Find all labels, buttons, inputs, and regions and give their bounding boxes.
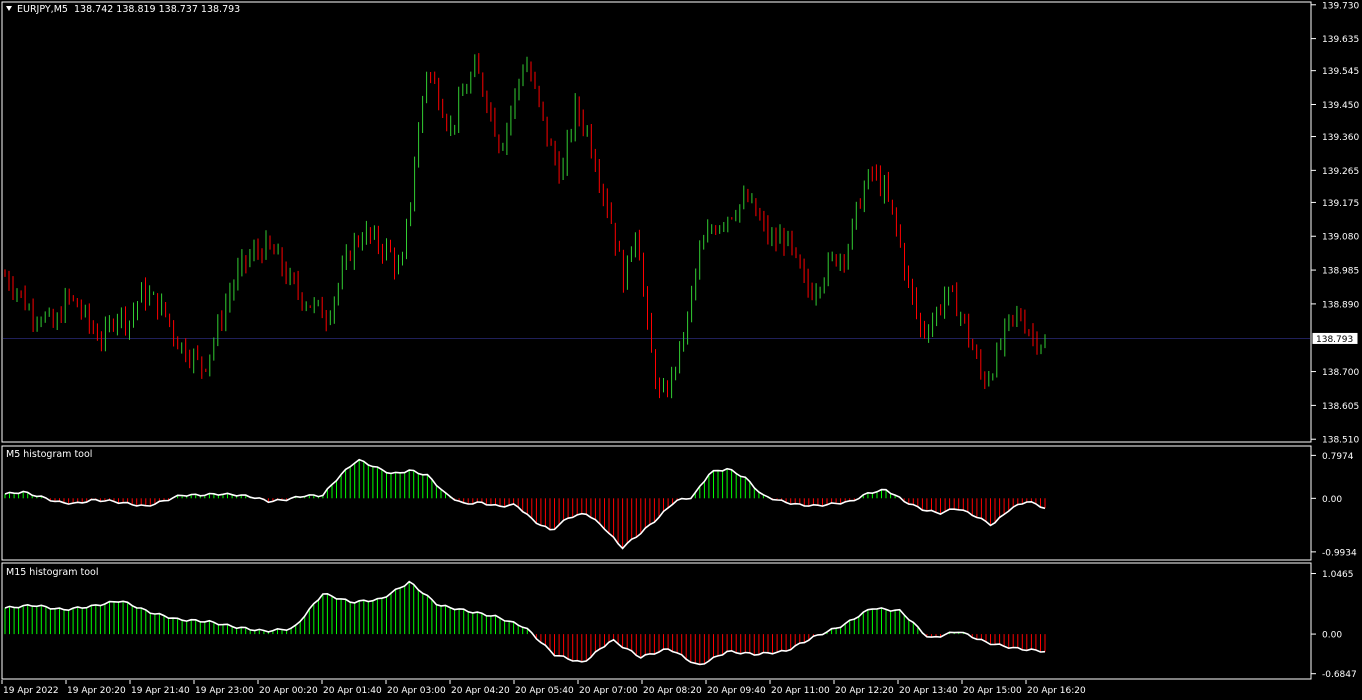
time-label: 19 Apr 20:20	[67, 686, 126, 696]
price-label: 138.510	[1322, 436, 1359, 446]
current-price-label: 138.793	[1316, 335, 1353, 345]
time-label: 20 Apr 13:40	[899, 686, 958, 696]
time-label: 20 Apr 05:40	[515, 686, 574, 696]
time-label: 20 Apr 15:00	[963, 686, 1022, 696]
price-label: 139.545	[1322, 67, 1359, 77]
scale-label: -0.9934	[1322, 548, 1357, 558]
time-label: 20 Apr 00:20	[259, 686, 318, 696]
m5-scale: 0.7974 0.00 -0.9934	[1311, 452, 1357, 558]
price-label: 138.985	[1322, 267, 1359, 277]
time-axis[interactable]: 19 Apr 2022 19 Apr 20:20 19 Apr 21:40 19 Ap…	[1, 680, 1086, 696]
chart-window[interactable]: 139.730 139.635 139.545 139.450 139.360 139.2…	[0, 0, 1362, 700]
m5-indicator-panel[interactable]	[1, 445, 1312, 561]
price-label: 138.890	[1322, 300, 1359, 310]
m15-scale: 1.0465 0.00 -0.6847	[1311, 570, 1357, 680]
time-label: 19 Apr 21:40	[131, 686, 190, 696]
scale-label: 1.0465	[1322, 570, 1354, 580]
time-label: 20 Apr 04:20	[451, 686, 510, 696]
time-label: 20 Apr 16:20	[1027, 686, 1086, 696]
time-label: 20 Apr 08:20	[643, 686, 702, 696]
dropdown-triangle-icon[interactable]	[6, 6, 12, 11]
price-label: 138.700	[1322, 368, 1359, 378]
time-label: 19 Apr 23:00	[195, 686, 254, 696]
current-price-tag: 138.793	[1311, 331, 1359, 345]
time-label: 19 Apr 2022	[3, 686, 59, 696]
main-chart-panel[interactable]	[1, 1, 1312, 443]
symbol-label: EURJPY,M5	[17, 4, 68, 15]
price-label: 139.080	[1322, 233, 1359, 243]
price-label: 139.265	[1322, 167, 1359, 177]
price-label: 139.730	[1322, 1, 1359, 11]
chart-header: EURJPY,M5 138.742 138.819 138.737 138.79…	[6, 4, 240, 15]
price-label: 139.360	[1322, 133, 1359, 143]
price-label: 138.605	[1322, 402, 1359, 412]
scale-label: 0.00	[1322, 495, 1342, 505]
time-label: 20 Apr 03:00	[387, 686, 446, 696]
price-label: 139.175	[1322, 199, 1359, 209]
price-label: 139.635	[1322, 35, 1359, 45]
time-label: 20 Apr 12:20	[835, 686, 894, 696]
time-label: 20 Apr 09:40	[707, 686, 766, 696]
time-label: 20 Apr 11:00	[771, 686, 830, 696]
scale-label: 0.00	[1322, 631, 1342, 641]
m15-indicator-title: M15 histogram tool	[6, 567, 99, 578]
price-scale[interactable]: 139.730 139.635 139.545 139.450 139.360 139.2…	[1311, 1, 1359, 446]
ohlc-values: 138.742 138.819 138.737 138.793	[74, 4, 241, 15]
scale-label: 0.7974	[1322, 452, 1354, 462]
time-label: 20 Apr 01:40	[323, 686, 382, 696]
scale-label: -0.6847	[1322, 670, 1357, 680]
price-label: 139.450	[1322, 101, 1359, 111]
m5-indicator-title: M5 histogram tool	[6, 449, 93, 460]
time-label: 20 Apr 07:00	[579, 686, 638, 696]
